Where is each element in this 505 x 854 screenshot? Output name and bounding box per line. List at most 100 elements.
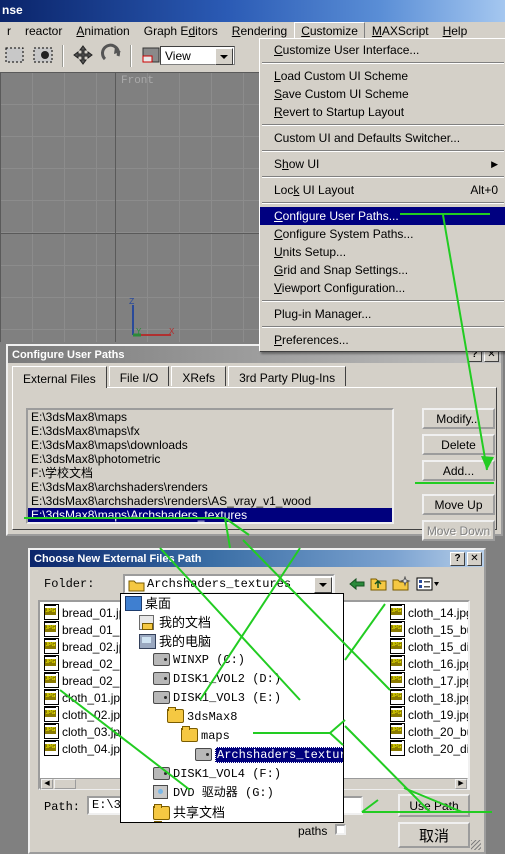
folder-tree-item[interactable]: DISK1_VOL3 (E:) (121, 689, 343, 708)
menu-item-label: Revert to Startup Layout (274, 105, 405, 119)
file-list-item[interactable]: cloth_20_diffuse (388, 740, 468, 757)
tab-xrefs[interactable]: XRefs (171, 366, 227, 386)
folder-tree-item[interactable]: WINXP (C:) (121, 651, 343, 670)
menu-item-r[interactable]: r (0, 22, 18, 41)
menu-item-graph-editors[interactable]: Graph Editors (137, 22, 225, 41)
reference-coordinate-system-combo[interactable]: View (160, 46, 235, 65)
menu-item-plug-in-manager[interactable]: Plug-in Manager... (260, 305, 505, 323)
jpg-file-icon (390, 655, 405, 671)
tab-file-i-o[interactable]: File I/O (108, 366, 170, 386)
menu-item-grid-and-snap-settings[interactable]: Grid and Snap Settings... (260, 261, 505, 279)
menu-item-label: Lock UI Layout (274, 183, 355, 197)
tab-3rd-party-plug-ins[interactable]: 3rd Party Plug-Ins (228, 366, 347, 386)
menu-item-preferences[interactable]: Preferences... (260, 331, 505, 349)
path-list-row[interactable]: E:\3dsMax8\archshaders\renders\AS_vray_v… (28, 494, 392, 508)
menu-item-label: Customize User Interface... (274, 43, 420, 57)
folder-tree-item-label: 3dsMax8 (187, 710, 238, 724)
select-and-move-icon[interactable] (70, 43, 96, 68)
menu-item-load-custom-ui-scheme[interactable]: Load Custom UI Scheme (260, 67, 505, 85)
file-list-item[interactable]: cloth_14.jpg (388, 604, 468, 621)
folder-combo[interactable]: Archshaders_textures (123, 574, 335, 594)
folder-tree-dropdown[interactable]: 桌面 我的文档 我的电脑 WINXP (C:) DISK1_VOL2 (D:) DISK1… (120, 593, 344, 823)
menu-item-units-setup[interactable]: Units Setup... (260, 243, 505, 261)
modify-button[interactable]: Modify... (422, 408, 495, 429)
tab-external-files[interactable]: External Files (12, 366, 107, 388)
cancel-button[interactable]: 取消 (398, 822, 470, 848)
path-list-row[interactable]: E:\3dsMax8\photometric (28, 452, 392, 466)
menu-item-customize-user-interface[interactable]: Customize User Interface... (260, 41, 505, 59)
menu-separator (262, 176, 504, 178)
add-subpaths-checkbox[interactable] (335, 824, 346, 835)
folder-tree-item[interactable]: 我的文档 (121, 613, 343, 632)
folder-tree-item[interactable]: 3dsMax8 (121, 707, 343, 727)
menu-item-configure-user-paths[interactable]: Configure User Paths... (260, 207, 505, 225)
menu-item-label: Configure System Paths... (274, 227, 414, 241)
path-list-row[interactable]: E:\3dsMax8\maps\downloads (28, 438, 392, 452)
path-list-row[interactable]: E:\3dsMax8\maps\Archshaders_textures (28, 508, 392, 522)
drive-icon (153, 672, 170, 687)
jpg-file-icon (44, 604, 59, 620)
jpg-file-icon (390, 604, 405, 620)
use-path-button[interactable]: Use Path (398, 794, 470, 817)
path-list-row[interactable]: E:\3dsMax8\maps\fx (28, 424, 392, 438)
select-object-icon[interactable] (2, 43, 28, 68)
select-by-name-icon[interactable] (31, 43, 57, 68)
move-down-button[interactable]: Move Down (422, 520, 495, 541)
folder-tree-item[interactable]: 我的电脑 (121, 632, 343, 651)
add-button[interactable]: Add... (422, 460, 495, 481)
menu-item-configure-system-paths[interactable]: Configure System Paths... (260, 225, 505, 243)
file-list-item[interactable]: cloth_15_bump (388, 621, 468, 638)
folder-tree-item[interactable]: My Documents (154, 821, 162, 822)
file-list-item[interactable]: cloth_17.jpg (388, 672, 468, 689)
menu-item-lock-ui-layout[interactable]: Lock UI Layout Alt+0 (260, 181, 505, 199)
file-list-item[interactable]: cloth_15_diffuse (388, 638, 468, 655)
viewport-bottom-left[interactable] (0, 233, 116, 342)
scroll-left-arrow-icon[interactable]: ◀ (41, 779, 53, 789)
view-menu-icon[interactable] (416, 576, 440, 595)
back-icon[interactable] (348, 576, 366, 595)
path-list-row-text: E:\3dsMax8\maps\fx (31, 424, 140, 438)
up-one-level-icon[interactable] (370, 576, 388, 595)
menu-item-viewport-configuration[interactable]: Viewport Configuration... (260, 279, 505, 297)
menu-item-save-custom-ui-scheme[interactable]: Save Custom UI Scheme (260, 85, 505, 103)
path-list-row[interactable]: E:\3dsMax8\maps (28, 410, 392, 424)
viewport-top-left[interactable] (0, 72, 116, 234)
select-and-rotate-icon[interactable] (99, 43, 125, 68)
folder-tree-item[interactable]: Archshaders_textures (121, 746, 343, 765)
chevron-down-icon[interactable] (215, 48, 233, 65)
folder-tree-item[interactable]: 桌面 (121, 594, 343, 613)
menu-item-animation[interactable]: Animation (69, 22, 136, 41)
menu-item-reactor[interactable]: reactor (18, 22, 69, 41)
file-list-item[interactable]: cloth_18.jpg (388, 689, 468, 706)
help-icon[interactable]: ? (450, 552, 465, 566)
scroll-right-arrow-icon[interactable]: ▶ (455, 779, 467, 789)
menu-item-label: Preferences... (274, 333, 349, 347)
path-list-row[interactable]: E:\3dsMax8\archshaders\renders (28, 480, 392, 494)
close-icon[interactable]: ✕ (467, 552, 482, 566)
path-list-row[interactable]: F:\学校文档 (28, 466, 392, 480)
menu-item-show-ui[interactable]: Show UI ▶ (260, 155, 505, 173)
file-list-item[interactable]: cloth_19.jpg (388, 706, 468, 723)
menu-item-revert-to-startup-layout[interactable]: Revert to Startup Layout (260, 103, 505, 121)
scrollbar-thumb[interactable] (54, 779, 76, 789)
new-folder-icon[interactable] (392, 575, 411, 595)
folder-open-icon (195, 748, 212, 763)
folder-tree-item[interactable]: maps (121, 726, 343, 746)
file-list-item[interactable]: cloth_16.jpg (388, 655, 468, 672)
folder-tree-item[interactable]: DISK1_VOL2 (D:) (121, 670, 343, 689)
file-name: cloth_01.jpg (62, 691, 127, 705)
svg-text:X: X (169, 327, 175, 337)
menu-item-custom-ui-and-defaults-switcher[interactable]: Custom UI and Defaults Switcher... (260, 129, 505, 147)
file-list-item[interactable]: cloth_20_bump (388, 723, 468, 740)
menu-separator (262, 150, 504, 152)
folder-tree-item[interactable]: DISK1_VOL4 (F:) (121, 765, 343, 784)
move-up-button[interactable]: Move Up (422, 494, 495, 515)
menu-separator (262, 202, 504, 204)
delete-button[interactable]: Delete (422, 434, 495, 455)
external-files-path-list[interactable]: E:\3dsMax8\maps E:\3dsMax8\maps\fx E:\3dsM… (26, 408, 394, 524)
folder-tree-item[interactable]: DVD 驱动器 (G:) (121, 784, 343, 803)
my-computer-icon (139, 634, 156, 649)
folder-tree-item[interactable]: 共享文档 (121, 803, 343, 822)
chevron-down-icon[interactable] (314, 577, 332, 593)
resize-grip[interactable] (471, 840, 481, 850)
